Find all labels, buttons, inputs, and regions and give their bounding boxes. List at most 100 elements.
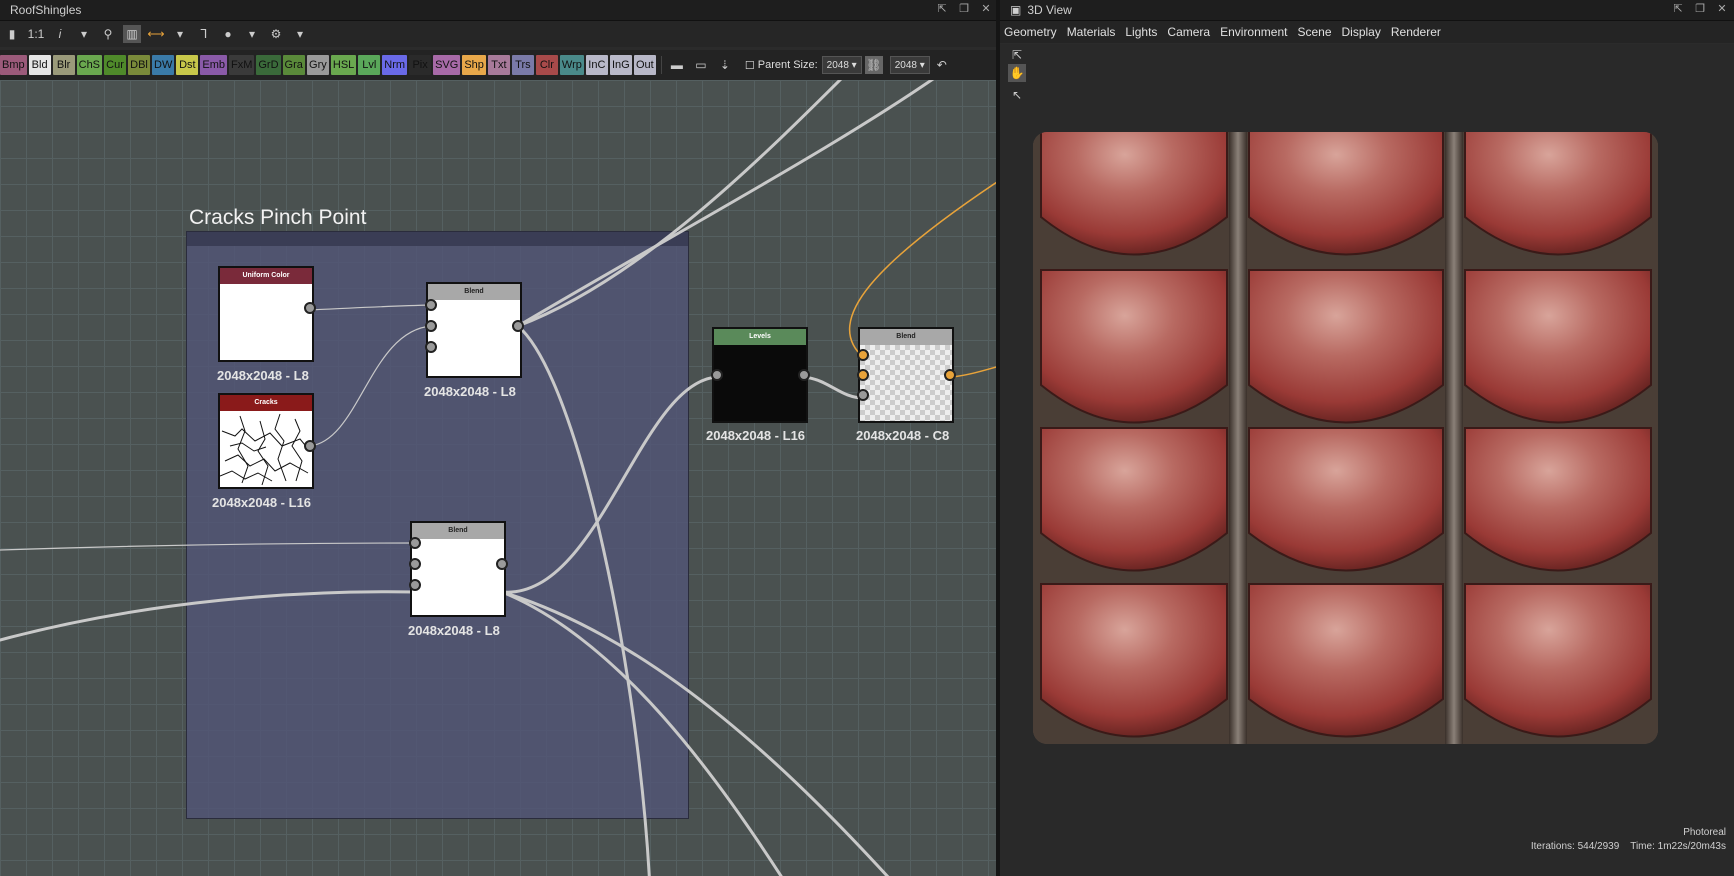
atom-nrm[interactable]: Nrm [382,55,408,75]
atom-emb[interactable]: Emb [200,55,227,75]
menu-lights[interactable]: Lights [1125,25,1157,39]
bulb-icon[interactable]: ● [219,25,237,43]
light-tool-icon[interactable]: ↖ [1008,86,1026,104]
popout-icon[interactable]: ⇱ [1008,46,1026,64]
shingle [1040,583,1228,738]
wire [802,375,866,400]
graph-panel-header: RoofShingles ⇱ ❐ ✕ [0,0,998,21]
shingle [1464,583,1652,738]
atom-grd[interactable]: GrD [256,55,281,75]
frame-icon[interactable]: ▭ [692,56,710,74]
gear-icon[interactable]: ⚙ [267,25,285,43]
fit-icon[interactable]: ▮ [3,25,21,43]
parent-size-dropdown-2[interactable]: 2048 ▾ [889,56,930,74]
atom-ing[interactable]: InG [609,55,632,75]
pin-icon[interactable]: ⇱ [936,2,948,16]
node-blend-color[interactable]: Blend [858,327,954,423]
atom-hsl[interactable]: HSL [330,55,357,75]
close-icon[interactable]: ✕ [980,2,992,16]
shingle [1040,269,1228,424]
comment-icon[interactable]: ▬ [668,56,686,74]
node-blend[interactable]: Blend [426,282,522,378]
parent-size-control: ☐ Parent Size: 2048 ▾ ⛓ 2048 ▾ ↶ [745,56,954,74]
input-port[interactable] [425,299,437,311]
atom-wrp[interactable]: Wrp [559,55,584,75]
node-levels[interactable]: Levels [712,327,808,423]
atom-gry[interactable]: Gry [306,55,329,75]
info-icon[interactable]: i [51,25,69,43]
dropdown-arrow-icon[interactable]: ▾ [291,25,309,43]
pin-node-icon[interactable]: ⇣ [716,56,734,74]
atom-svg[interactable]: SVG [433,55,461,75]
node-size-label: 2048x2048 - L16 [212,495,312,510]
input-port[interactable] [857,349,869,361]
input-port[interactable] [711,369,723,381]
atom-dst[interactable]: Dst [176,55,199,75]
shingle [1464,269,1652,424]
output-port[interactable] [496,558,508,570]
input-port[interactable] [425,341,437,353]
atom-dw[interactable]: DW [152,55,175,75]
pin-icon[interactable]: ⇱ [1672,2,1684,16]
node-blend[interactable]: Blend [410,521,506,617]
search-icon[interactable]: ⚲ [99,25,117,43]
menu-renderer[interactable]: Renderer [1391,25,1441,39]
atom-clr[interactable]: Clr [535,55,558,75]
wire [309,325,433,447]
atom-lvl[interactable]: Lvl [358,55,381,75]
zoom-1-1-button[interactable]: 1:1 [27,25,45,43]
layout-icon[interactable]: ▥ [123,25,141,43]
graph-canvas[interactable]: Cracks Pinch Point Uniform Color 2048x20… [0,80,996,876]
atom-dbl[interactable]: DBl [128,55,151,75]
input-port[interactable] [409,537,421,549]
shingle [1248,427,1444,572]
atom-shp[interactable]: Shp [462,55,486,75]
close-icon[interactable]: ✕ [1716,2,1728,16]
dropdown-arrow-icon[interactable]: ▾ [171,25,189,43]
atom-fxm[interactable]: FxM [228,55,255,75]
undo-icon[interactable]: ↶ [933,56,951,74]
output-port[interactable] [512,320,524,332]
menu-geometry[interactable]: Geometry [1004,25,1057,39]
output-port[interactable] [798,369,810,381]
input-port[interactable] [857,389,869,401]
3d-viewport[interactable]: ⇱ ✋ ↖ Photoreal Iterations: 544/2939 Tim… [1000,44,1734,876]
input-port[interactable] [425,320,437,332]
atom-gra[interactable]: Gra [282,55,305,75]
atom-trs[interactable]: Trs [511,55,534,75]
atom-cur[interactable]: Cur [104,55,127,75]
menu-camera[interactable]: Camera [1167,25,1210,39]
atom-inc[interactable]: InC [585,55,608,75]
atom-pix[interactable]: Pix [409,55,432,75]
graph-panel-controls: ⇱ ❐ ✕ [936,2,992,16]
atom-list: Bmp Bld Blr ChS Cur DBl DW Dst Emb FxM GrD Gra Gry HS… [0,55,658,75]
menu-materials[interactable]: Materials [1067,25,1116,39]
parent-size-dropdown[interactable]: 2048 ▾ [821,56,862,74]
atom-bmp[interactable]: Bmp [0,55,27,75]
input-port[interactable] [409,579,421,591]
atom-chs[interactable]: ChS [76,55,103,75]
atom-blr[interactable]: Blr [52,55,75,75]
align-icon[interactable]: ⅂ [195,25,213,43]
restore-window-icon[interactable]: ❐ [958,2,970,16]
menu-display[interactable]: Display [1342,25,1381,39]
atom-out[interactable]: Out [633,55,656,75]
node-size-label: 2048x2048 - L8 [424,384,516,399]
node-cracks[interactable]: Cracks [218,393,314,489]
output-port[interactable] [304,302,316,314]
menu-environment[interactable]: Environment [1220,25,1287,39]
atom-txt[interactable]: Txt [487,55,510,75]
output-port[interactable] [944,369,956,381]
dropdown-arrow-icon[interactable]: ▾ [75,25,93,43]
menu-scene[interactable]: Scene [1297,25,1331,39]
connector-style-icon[interactable]: ⟷ [147,25,165,43]
input-port[interactable] [409,558,421,570]
dropdown-arrow-icon[interactable]: ▾ [243,25,261,43]
link-icon[interactable]: ⛓ [864,56,883,74]
hand-icon[interactable]: ✋ [1008,64,1026,82]
restore-window-icon[interactable]: ❐ [1694,2,1706,16]
output-port[interactable] [304,440,316,452]
input-port[interactable] [857,369,869,381]
node-uniform-color[interactable]: Uniform Color [218,266,314,362]
atom-bld[interactable]: Bld [28,55,51,75]
